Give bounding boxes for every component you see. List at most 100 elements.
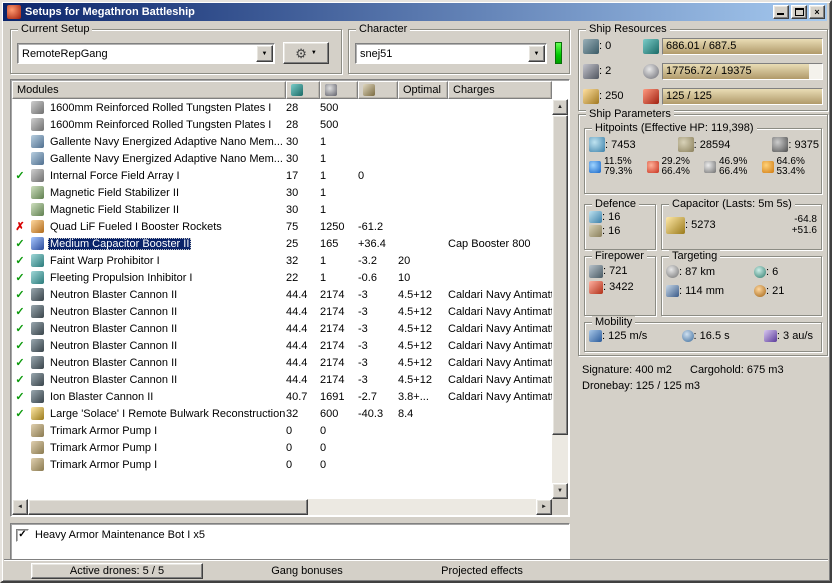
header-charges[interactable]: Charges (448, 81, 552, 99)
module-row[interactable]: ✓ Neutron Blaster Cannon II 44.4 2174 -3 4.5+… (12, 371, 552, 388)
module-row[interactable]: Gallente Navy Energized Adaptive Nano Me… (12, 133, 552, 150)
hull-hp-value: 9375 (788, 139, 819, 151)
setup-combobox[interactable]: RemoteRepGang ▼ (17, 43, 275, 64)
module-row[interactable]: ✓ Internal Force Field Array I 17 1 0 (12, 167, 552, 184)
header-modules[interactable]: Modules (12, 81, 286, 99)
armor-defence-icon (589, 225, 602, 237)
module-name: Large 'Solace' I Remote Bulwark Reconstr… (50, 407, 286, 420)
vertical-scrollbar-thumb[interactable] (552, 115, 568, 435)
projected-effects-button[interactable]: Projected effects (402, 565, 562, 577)
remote-repair-icon (28, 407, 46, 420)
title-bar[interactable]: Setups for Megathron Battleship × (3, 3, 827, 21)
drones-panel: ✓ Heavy Armor Maintenance Bot I x5 (10, 523, 570, 561)
scroll-right-button[interactable]: ► (536, 499, 552, 515)
module-row[interactable]: Magnetic Field Stabilizer II 30 1 (12, 184, 552, 201)
max-velocity-icon (589, 330, 602, 342)
scroll-down-button[interactable]: ▼ (552, 483, 568, 499)
capacitor-header[interactable] (358, 81, 398, 99)
armor-rig-icon (28, 441, 46, 454)
powergrid-value: 1 (320, 271, 327, 284)
module-name: Neutron Blaster Cannon II (50, 339, 178, 352)
powergrid-value: 2174 (320, 339, 345, 352)
cap-value: -3.2 (358, 254, 377, 267)
cap-value: -3 (358, 288, 368, 301)
close-button[interactable]: × (809, 5, 825, 19)
blaster-icon (28, 356, 46, 369)
scroll-up-button[interactable]: ▲ (552, 99, 568, 115)
minimize-button[interactable] (773, 5, 789, 19)
drone-checkbox[interactable]: ✓ (16, 528, 29, 542)
module-row[interactable]: 1600mm Reinforced Rolled Tungsten Plates… (12, 99, 552, 116)
horizontal-scrollbar[interactable]: ◄ ► (12, 499, 552, 515)
vertical-scrollbar[interactable]: ▲ ▼ (552, 99, 568, 499)
header-optimal[interactable]: Optimal (398, 81, 448, 99)
nano-membrane-icon (28, 152, 46, 165)
powergrid-header[interactable] (320, 81, 358, 99)
window-controls: × (773, 5, 825, 19)
gang-bonuses-button[interactable]: Gang bonuses (216, 565, 398, 577)
module-row[interactable]: Trimark Armor Pump I 0 0 (12, 422, 552, 439)
turret-hardpoints-value: 0 (599, 40, 611, 52)
module-row[interactable]: ✓ Neutron Blaster Cannon II 44.4 2174 -3 4.5+… (12, 337, 552, 354)
module-row[interactable]: Trimark Armor Pump I 0 0 (12, 439, 552, 456)
module-row[interactable]: Trimark Armor Pump I 0 0 (12, 456, 552, 473)
cpu-value: 30 (286, 203, 299, 216)
charges-value: Caldari Navy Antimatter (448, 373, 552, 386)
drone-row[interactable]: ✓ Heavy Armor Maintenance Bot I x5 (11, 524, 569, 543)
volley-value: 3422 (603, 281, 633, 293)
module-row[interactable]: ✓ Neutron Blaster Cannon II 44.4 2174 -3 4.5+… (12, 320, 552, 337)
character-group: Character snej51 ▼ (348, 23, 570, 74)
arrow-down-icon: ▼ (557, 488, 563, 494)
module-row[interactable]: ✓ Ion Blaster Cannon II 40.7 1691 -2.7 3.8+..… (12, 388, 552, 405)
fit-ok-icon: ✓ (15, 340, 25, 352)
maximize-button[interactable] (791, 5, 807, 19)
blaster-icon (28, 322, 46, 335)
armor-rig-icon (28, 458, 46, 471)
current-setup-group: Current Setup RemoteRepGang ▼ ⚙ ▼ (10, 23, 342, 74)
armor-hp-value: 28594 (694, 139, 731, 151)
setup-combobox-arrow[interactable]: ▼ (256, 45, 273, 62)
module-name: Medium Capacitor Booster II (48, 237, 192, 250)
charges-value: Cap Booster 800 (448, 237, 531, 250)
setup-tools-button[interactable]: ⚙ ▼ (283, 42, 329, 64)
module-name: Neutron Blaster Cannon II (50, 305, 178, 318)
module-row[interactable]: 1600mm Reinforced Rolled Tungsten Plates… (12, 116, 552, 133)
dronebay-value: 125 / 125 (666, 89, 712, 102)
module-row[interactable]: Gallente Navy Energized Adaptive Nano Me… (12, 150, 552, 167)
scroll-left-button[interactable]: ◄ (12, 499, 28, 515)
module-row[interactable]: ✓ Neutron Blaster Cannon II 44.4 2174 -3 4.5+… (12, 354, 552, 371)
scrollbar-corner (552, 499, 568, 515)
horizontal-scrollbar-thumb[interactable] (28, 499, 308, 515)
character-combobox[interactable]: snej51 ▼ (355, 43, 547, 64)
active-drones-button[interactable]: Active drones: 5 / 5 (31, 563, 203, 579)
module-row[interactable]: ✓ Fleeting Propulsion Inhibitor I 22 1 -0.6 1… (12, 269, 552, 286)
targeting-group: Targeting 87 km 6 114 mm 21 (661, 250, 822, 316)
blaster-icon (28, 373, 46, 386)
header-modules-label: Modules (17, 84, 59, 96)
fit-ok-icon: ✓ (15, 357, 25, 369)
explosive-resist-icon (761, 161, 774, 173)
armor-rig-icon (28, 424, 46, 437)
fit-ok-icon: ✓ (15, 306, 25, 318)
module-name: Neutron Blaster Cannon II (50, 373, 178, 386)
nano-membrane-icon (30, 152, 44, 165)
blaster-icon (30, 373, 44, 386)
module-row[interactable]: ✓ Neutron Blaster Cannon II 44.4 2174 -3 4.5+… (12, 303, 552, 320)
module-row[interactable]: ✓ Neutron Blaster Cannon II 44.4 2174 -3 4.5+… (12, 286, 552, 303)
ship-parameters-group: Ship Parameters Hitpoints (Effective HP:… (578, 108, 828, 356)
cpu-value: 30 (286, 152, 299, 165)
armor-plate-icon (28, 101, 46, 114)
turret-hardpoints: 0 (583, 37, 643, 55)
module-row[interactable]: ✗ Quad LiF Fueled I Booster Rockets 75 1250… (12, 218, 552, 235)
module-row[interactable]: ✓ Medium Capacitor Booster II 25 165 +36.4 Ca… (12, 235, 552, 252)
module-row[interactable]: ✓ Faint Warp Prohibitor I 32 1 -3.2 20 (12, 252, 552, 269)
character-combobox-arrow[interactable]: ▼ (528, 45, 545, 62)
cpu-header[interactable] (286, 81, 320, 99)
module-row[interactable]: Magnetic Field Stabilizer II 30 1 (12, 201, 552, 218)
chevron-down-icon: ▼ (310, 50, 317, 56)
explosive-armor-resist: 53.4% (776, 166, 805, 177)
chevron-down-icon: ▼ (533, 50, 540, 57)
cap-value: 0 (358, 169, 365, 182)
module-row[interactable]: ✓ Large 'Solace' I Remote Bulwark Reconst… (12, 405, 552, 422)
powergrid-value: 500 (320, 101, 339, 114)
